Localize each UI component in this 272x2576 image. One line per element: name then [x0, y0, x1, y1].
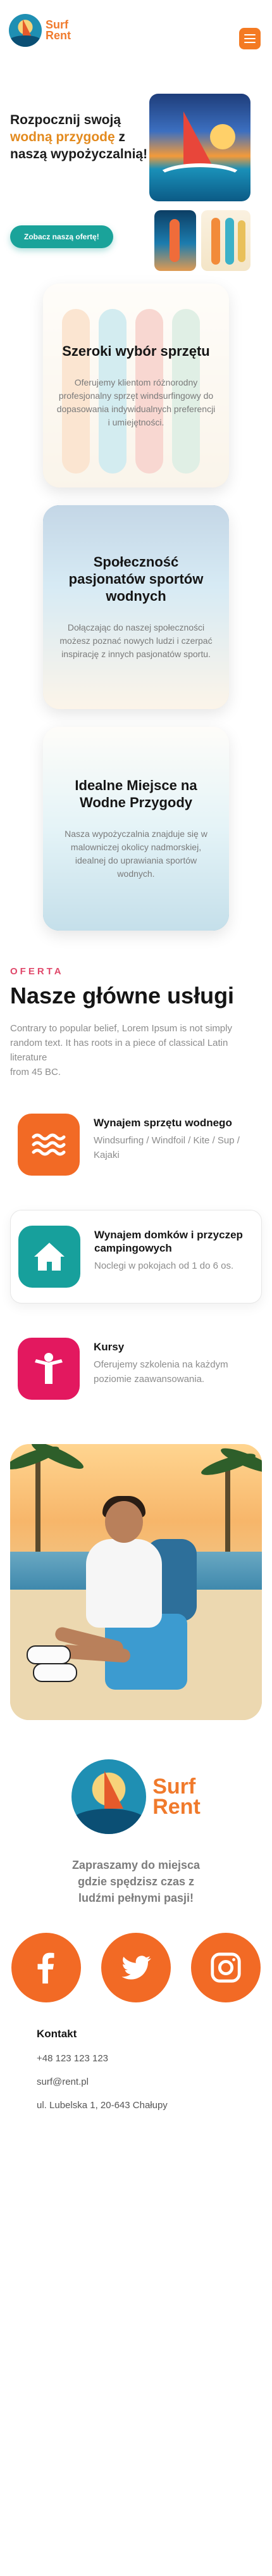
footer-logo[interactable]: Surf Rent	[54, 1759, 218, 1834]
features-section: Szeroki wybór sprzętu Oferujemy klientom…	[0, 284, 272, 931]
services-intro-line1: Contrary to popular belief, Lorem Ipsum …	[10, 1023, 232, 1063]
services-title: Nasze główne usługi	[10, 983, 235, 1008]
person-icon	[18, 1338, 80, 1400]
service-desc: Noclegi w pokojach od 1 do 6 os.	[94, 1260, 234, 1271]
service-item-equipment[interactable]: Wynajem sprzętu wodnego Windsurfing / Wi…	[10, 1098, 262, 1191]
service-title: Wynajem sprzętu wodnego	[94, 1117, 232, 1129]
contact-email[interactable]: surf@rent.pl	[37, 2077, 235, 2087]
service-title: Kursy	[94, 1341, 125, 1353]
footer-logo-text: Surf Rent	[152, 1775, 201, 1819]
feature-card-community: Społeczność pasjonatów sportów wodnych D…	[43, 505, 229, 709]
service-text: Kursy Oferujemy szkolenia na każdym pozi…	[94, 1338, 254, 1386]
see-offer-button[interactable]: Zobacz naszą ofertę!	[10, 225, 113, 248]
feature-title: Społeczność pasjonatów sportów wodnych	[68, 554, 204, 604]
hero-boards-image	[201, 210, 250, 271]
services-intro-line2: from 45 BC.	[10, 1067, 61, 1078]
hero-title-highlight: wodną przygodę	[10, 130, 115, 144]
logo[interactable]: Surf Rent	[9, 14, 71, 47]
feature-title: Szeroki wybór sprzętu	[62, 342, 210, 359]
feature-title: Idealne Miejsce na Wodne Przygody	[75, 777, 197, 810]
contact-title: Kontakt	[37, 2028, 77, 2040]
footer-tagline: Zapraszamy do miejsca gdzie spędzisz cza…	[71, 1859, 201, 1904]
site-footer: Surf Rent Zapraszamy do miejsca gdzie sp…	[0, 1720, 272, 2136]
service-item-courses[interactable]: Kursy Oferujemy szkolenia na każdym pozi…	[10, 1323, 262, 1415]
section-eyebrow: OFERTA	[10, 966, 64, 977]
contact-phone[interactable]: +48 123 123 123	[37, 2053, 235, 2064]
services-intro: Contrary to popular belief, Lorem Ipsum …	[10, 1021, 262, 1079]
service-text: Wynajem domków i przyczep campingowych N…	[94, 1226, 254, 1273]
facebook-link[interactable]	[11, 1933, 81, 2002]
twitter-link[interactable]	[101, 1933, 171, 2002]
site-header: Surf Rent	[0, 0, 272, 75]
feature-text: Dołączając do naszej społeczności możesz…	[59, 622, 213, 659]
windsurf-logo-icon	[71, 1759, 147, 1834]
logo-text: Surf Rent	[46, 19, 71, 42]
feature-text: Oferujemy klientom różnorodny profesjona…	[56, 377, 216, 427]
hero-title: Rozpocznij swoją wodną przygodę z naszą …	[10, 111, 156, 163]
instagram-link[interactable]	[191, 1933, 261, 2002]
footer-logo-line-2: Rent	[152, 1795, 201, 1819]
social-links	[0, 1933, 272, 2002]
waves-icon	[18, 1114, 80, 1176]
instagram-icon	[211, 1952, 241, 1983]
menu-button[interactable]	[239, 28, 261, 49]
feature-text: Nasza wypożyczalnia znajduje się w malow…	[65, 829, 207, 879]
hero-board-image	[154, 210, 196, 271]
service-text: Wynajem sprzętu wodnego Windsurfing / Wi…	[94, 1114, 254, 1162]
contact-block: Kontakt +48 123 123 123 surf@rent.pl ul.…	[0, 2002, 272, 2136]
services-section: OFERTA Nasze główne usługi Contrary to p…	[0, 948, 272, 1415]
hamburger-menu-icon	[244, 34, 256, 35]
house-icon	[18, 1226, 80, 1288]
service-title: Wynajem domków i przyczep campingowych	[94, 1229, 243, 1254]
footer-logo-line-1: Surf	[152, 1775, 196, 1799]
hamburger-line	[244, 42, 256, 43]
contact-address: ul. Lubelska 1, 20-643 Chałupy	[37, 2100, 168, 2111]
hero-windsurf-image	[149, 94, 250, 201]
hero-title-part1: Rozpocznij swoją	[10, 113, 121, 127]
facebook-icon	[37, 1952, 54, 1984]
windsurf-logo-icon	[9, 14, 42, 47]
service-item-cabins[interactable]: Wynajem domków i przyczep campingowych N…	[10, 1210, 262, 1304]
feature-card-location: Idealne Miejsce na Wodne Przygody Nasza …	[43, 727, 229, 931]
feature-card-equipment: Szeroki wybór sprzętu Oferujemy klientom…	[43, 284, 229, 487]
twitter-icon	[121, 1956, 151, 1980]
service-desc: Windsurfing / Windfoil / Kite / Sup / Ka…	[94, 1135, 240, 1160]
hamburger-line	[244, 38, 256, 39]
hero-section: Rozpocznij swoją wodną przygodę z naszą …	[0, 75, 272, 284]
traveler-beach-photo	[10, 1444, 262, 1720]
logo-line-2: Rent	[46, 29, 71, 42]
service-desc: Oferujemy szkolenia na każdym poziomie z…	[94, 1359, 228, 1385]
